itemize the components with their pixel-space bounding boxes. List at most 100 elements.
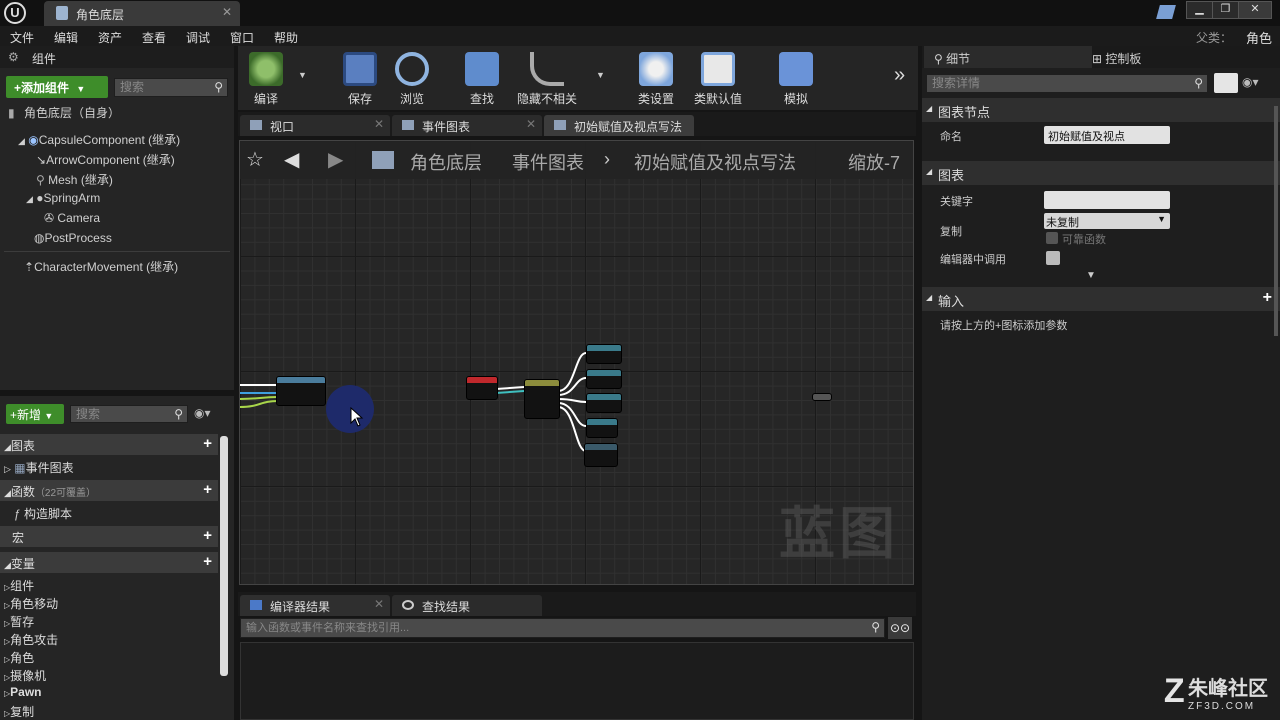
add-component-button[interactable]: +添加组件 ▼ [6,76,108,98]
tree-item-camera[interactable]: ✇ Camera [44,211,100,225]
tab-function-graph[interactable]: 初始赋值及视点写法 [544,115,694,136]
view-options-eye-icon[interactable]: ◉▾ [1242,75,1259,89]
close-tab-icon[interactable]: ✕ [374,117,384,131]
graph-node-section[interactable]: ◢ 图表节点 [922,98,1280,122]
var-category[interactable]: ▷复制 [4,703,34,720]
graph-node-entry[interactable] [276,376,326,406]
section-graphs[interactable]: ◢图表 + [0,434,218,455]
graph-wires [240,352,587,452]
binoculars-icon[interactable]: ⊙⊙ [888,617,912,639]
component-self[interactable]: ▮ 角色底层（自身） [8,104,120,121]
tab-find-results[interactable]: 查找结果 [392,595,542,616]
hide-unrelated-button[interactable]: 隐藏不相关 [514,52,580,107]
document-tab[interactable]: 角色底层 ✕ [44,1,240,26]
hide-options-chevron-icon[interactable]: ▼ [596,70,605,80]
advanced-expand-icon[interactable]: ▼ [1086,270,1096,281]
var-category[interactable]: ▷角色攻击 [4,631,58,648]
menu-file[interactable]: 文件 [10,29,34,46]
graph-node-reroute[interactable] [812,393,832,401]
list-view-icon[interactable] [1214,73,1238,93]
graph-node-sequence[interactable] [524,379,560,419]
add-macro-icon[interactable]: + [203,527,212,544]
tree-item-label: Camera [57,211,101,225]
new-button[interactable]: +新增 ▼ [6,404,64,424]
simulate-button[interactable]: 模拟 [768,52,824,107]
tree-item-capsule[interactable]: ◢ ◉CapsuleComponent (继承) [18,131,180,148]
close-tab-icon[interactable]: ✕ [374,597,384,611]
tab-details[interactable]: ⚲ 细节 [924,46,1092,68]
section-variables[interactable]: ◢变量 + [0,552,218,573]
components-search-input[interactable]: 搜索 ⚲ [114,78,228,97]
menu-asset[interactable]: 资产 [98,29,122,46]
var-category[interactable]: ▷Pawn [4,685,42,699]
event-graph-item[interactable]: ▷ ▦事件图表 [4,459,74,476]
graph-node-set[interactable] [584,443,618,467]
graph-node-set[interactable] [586,344,622,364]
reliable-label: 可靠函数 [1062,234,1106,246]
var-category-label: 角色移动 [10,597,59,611]
browse-button[interactable]: 浏览 [384,52,440,107]
tree-item-springarm[interactable]: ◢ ●SpringArm [26,191,100,205]
inputs-section[interactable]: ◢ 输入 + [922,287,1280,311]
reliable-checkbox[interactable] [1046,232,1058,244]
view-options-eye-icon[interactable]: ◉▾ [194,406,211,420]
blueprint-search-input[interactable]: 搜索 ⚲ [70,405,188,423]
parent-class-value[interactable]: 角色 [1246,28,1272,47]
add-graph-icon[interactable]: + [203,435,212,452]
tab-palette[interactable]: ⊞ 控制板 [1082,46,1242,68]
graph-node-event[interactable] [466,376,498,400]
toolbar-overflow-icon[interactable]: » [894,64,905,87]
details-search-input[interactable]: 搜索详情 ⚲ [926,74,1208,93]
class-settings-button[interactable]: 类设置 [628,52,684,107]
section-functions[interactable]: ◢函数（22可覆盖） + [0,480,218,501]
var-category[interactable]: ▷摄像机 [4,667,46,684]
menu-view[interactable]: 查看 [142,29,166,46]
tree-item-arrow[interactable]: ↘ArrowComponent (继承) [36,151,175,168]
blueprint-graph[interactable]: ☆ ◀ ▶ 角色底层 事件图表 › 初始赋值及视点写法 缩放-7 蓝图 [239,140,914,585]
section-macros[interactable]: 宏 + [0,526,218,547]
menu-debug[interactable]: 调试 [186,29,210,46]
construction-script-item[interactable]: ƒ 构造脚本 [14,505,72,522]
tab-viewport[interactable]: 视口 ✕ [240,115,390,136]
compile-button[interactable]: 编译 [238,52,294,107]
var-category[interactable]: ▷角色移动 [4,595,58,612]
scrollbar[interactable] [1274,106,1278,336]
replicate-dropdown[interactable]: 未复制 ▼ [1044,213,1170,229]
tab-event-graph[interactable]: 事件图表 ✕ [392,115,542,136]
add-variable-icon[interactable]: + [203,553,212,570]
source-control-icon[interactable] [1156,5,1176,19]
find-references-input[interactable]: 输入函数或事件名称来查找引用... ⚲ [240,618,885,638]
close-tab-icon[interactable]: ✕ [526,117,536,131]
maximize-button[interactable]: ❐ [1212,1,1239,19]
menu-edit[interactable]: 编辑 [54,29,78,46]
find-button[interactable]: 查找 [454,52,510,107]
menu-window[interactable]: 窗口 [230,29,254,46]
minimize-button[interactable]: ▁ [1186,1,1213,19]
tree-item-postprocess[interactable]: ◍PostProcess [34,231,112,245]
capsule-icon: ◉ [28,133,39,147]
class-defaults-button[interactable]: 类默认值 [688,52,748,107]
tree-item-charmovement[interactable]: ⇡CharacterMovement (继承) [24,258,178,275]
node-name-input[interactable]: 初始赋值及视点 [1044,126,1170,144]
tree-item-mesh[interactable]: ⚲ Mesh (继承) [36,171,113,188]
add-input-icon[interactable]: + [1263,289,1272,307]
add-function-icon[interactable]: + [203,481,212,498]
var-category[interactable]: ▷角色 [4,649,34,666]
graph-section[interactable]: ◢ 图表 [922,161,1280,185]
keyword-input[interactable] [1044,191,1170,209]
menu-help[interactable]: 帮助 [274,29,298,46]
tab-compiler-results[interactable]: 编译器结果 ✕ [240,595,390,616]
graph-icon: ▦ [14,461,26,475]
graph-node-set[interactable] [586,393,622,413]
scrollbar[interactable] [220,436,228,676]
close-window-button[interactable]: ✕ [1238,1,1272,19]
var-category[interactable]: ▷暂存 [4,613,34,630]
close-tab-icon[interactable]: ✕ [222,5,232,19]
var-category[interactable]: ▷组件 [4,577,34,594]
graph-node-set[interactable] [586,418,618,438]
compile-options-chevron-icon[interactable]: ▼ [298,70,307,80]
construction-script-label: 构造脚本 [24,507,73,521]
graph-node-set[interactable] [586,369,622,389]
call-in-editor-checkbox[interactable] [1046,251,1060,265]
save-button[interactable]: 保存 [332,52,388,107]
